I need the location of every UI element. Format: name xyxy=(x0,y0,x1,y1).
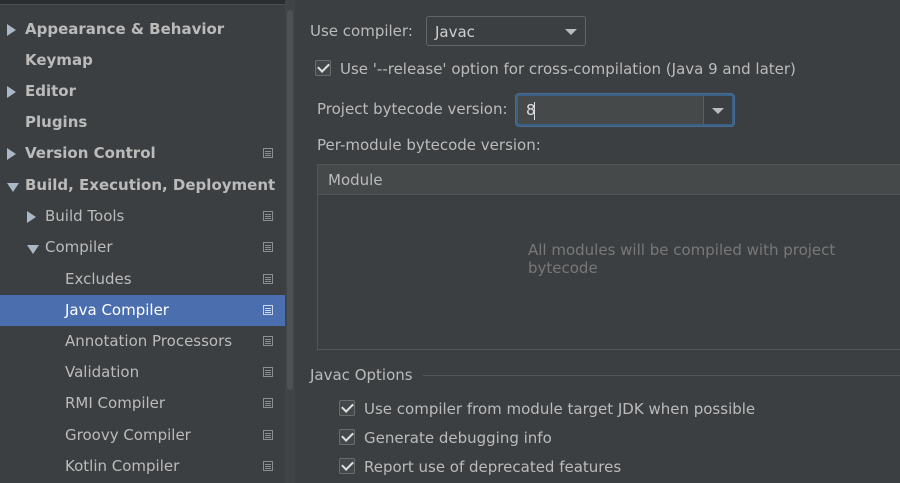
project-level-icon xyxy=(263,274,273,284)
sidebar-item-annotation-processors[interactable]: Annotation Processors xyxy=(0,326,285,357)
debugging-info-checkbox[interactable] xyxy=(339,429,355,445)
bytecode-version-label: Project bytecode version: xyxy=(317,100,508,118)
sidebar-item-compiler[interactable]: Compiler xyxy=(0,232,285,263)
sidebar-item-label: Version Control xyxy=(25,144,156,162)
triangle-right-icon[interactable] xyxy=(27,211,36,223)
triangle-right-icon[interactable] xyxy=(7,148,16,160)
sidebar-item-label: Java Compiler xyxy=(65,301,169,319)
triangle-right-icon[interactable] xyxy=(7,86,16,98)
sidebar-item-java-compiler[interactable]: Java Compiler xyxy=(0,295,285,326)
text-cursor xyxy=(534,102,535,120)
sidebar-item-label: RMI Compiler xyxy=(65,394,166,412)
chevron-down-icon xyxy=(712,108,724,114)
project-level-icon xyxy=(263,398,273,408)
sidebar-item-label: Appearance & Behavior xyxy=(25,20,225,38)
deprecated-features-checkbox[interactable] xyxy=(339,458,355,474)
use-module-jdk-checkbox[interactable] xyxy=(339,400,355,416)
compiler-combobox[interactable]: Javac xyxy=(426,16,586,46)
sidebar-item-build-execution-deployment[interactable]: Build, Execution, Deployment xyxy=(0,170,285,201)
per-module-table[interactable]: Module All modules will be compiled with… xyxy=(317,164,900,350)
sidebar-item-keymap[interactable]: Keymap xyxy=(0,45,285,76)
sidebar-item-label: Build, Execution, Deployment xyxy=(25,176,276,194)
sidebar-item-rmi-compiler[interactable]: RMI Compiler xyxy=(0,388,285,419)
sidebar-item-excludes[interactable]: Excludes xyxy=(0,264,285,295)
project-level-icon xyxy=(263,242,273,252)
release-option-label[interactable]: Use '--release' option for cross-compila… xyxy=(340,60,796,78)
bytecode-dropdown-button[interactable] xyxy=(703,96,732,124)
use-module-jdk-label[interactable]: Use compiler from module target JDK when… xyxy=(364,400,755,418)
project-level-icon xyxy=(263,305,273,315)
sidebar-item-label: Groovy Compiler xyxy=(65,426,191,444)
project-level-icon xyxy=(263,367,273,377)
project-level-icon xyxy=(263,430,273,440)
compiler-combobox-value: Javac xyxy=(435,23,475,41)
sidebar-item-build-tools[interactable]: Build Tools xyxy=(0,201,285,232)
project-level-icon xyxy=(263,211,273,221)
deprecated-features-label[interactable]: Report use of deprecated features xyxy=(364,458,621,476)
sidebar-item-label: Build Tools xyxy=(45,207,125,225)
sidebar-item-label: Excludes xyxy=(65,270,132,288)
settings-tree: Appearance & Behavior Keymap Editor Plugins… xyxy=(0,0,285,483)
release-option-checkbox[interactable] xyxy=(315,60,331,76)
sidebar-item-version-control[interactable]: Version Control xyxy=(0,138,285,169)
project-level-icon xyxy=(263,148,273,158)
java-compiler-panel: Use compiler: Javac Use '--release' opti… xyxy=(295,0,900,483)
sidebar-item-appearance-behavior[interactable]: Appearance & Behavior xyxy=(0,14,285,45)
javac-options-title: Javac Options xyxy=(310,366,413,384)
triangle-down-icon[interactable] xyxy=(27,245,39,254)
triangle-down-icon[interactable] xyxy=(7,183,19,192)
sidebar-item-label: Keymap xyxy=(25,51,93,69)
search-strip xyxy=(0,0,285,5)
sidebar-item-plugins[interactable]: Plugins xyxy=(0,107,285,138)
module-column-header-label: Module xyxy=(328,171,383,189)
javac-options-separator xyxy=(423,375,900,376)
bytecode-version-combobox[interactable]: 8 xyxy=(516,94,734,126)
module-table-empty-text: All modules will be compiled with projec… xyxy=(528,241,836,277)
sidebar-item-validation[interactable]: Validation xyxy=(0,357,285,388)
sidebar-item-label: Annotation Processors xyxy=(65,332,233,350)
sidebar-scroll-thumb[interactable] xyxy=(287,10,293,390)
chevron-down-icon xyxy=(565,29,577,35)
sidebar-item-label: Compiler xyxy=(45,238,113,256)
debugging-info-label[interactable]: Generate debugging info xyxy=(364,429,552,447)
sidebar-item-label: Editor xyxy=(25,82,76,100)
module-column-header[interactable]: Module xyxy=(318,165,900,195)
sidebar-item-label: Validation xyxy=(65,363,140,381)
sidebar-item-kotlin-compiler[interactable]: Kotlin Compiler xyxy=(0,451,285,482)
per-module-label: Per-module bytecode version: xyxy=(317,136,541,154)
project-level-icon xyxy=(263,461,273,471)
sidebar-item-editor[interactable]: Editor xyxy=(0,76,285,107)
sidebar-item-label: Kotlin Compiler xyxy=(65,457,180,475)
project-level-icon xyxy=(263,336,273,346)
triangle-right-icon[interactable] xyxy=(7,24,16,36)
sidebar-item-label: Plugins xyxy=(25,113,88,131)
sidebar-scrollbar[interactable] xyxy=(285,0,295,483)
use-compiler-label: Use compiler: xyxy=(310,22,413,40)
sidebar-item-groovy-compiler[interactable]: Groovy Compiler xyxy=(0,420,285,451)
